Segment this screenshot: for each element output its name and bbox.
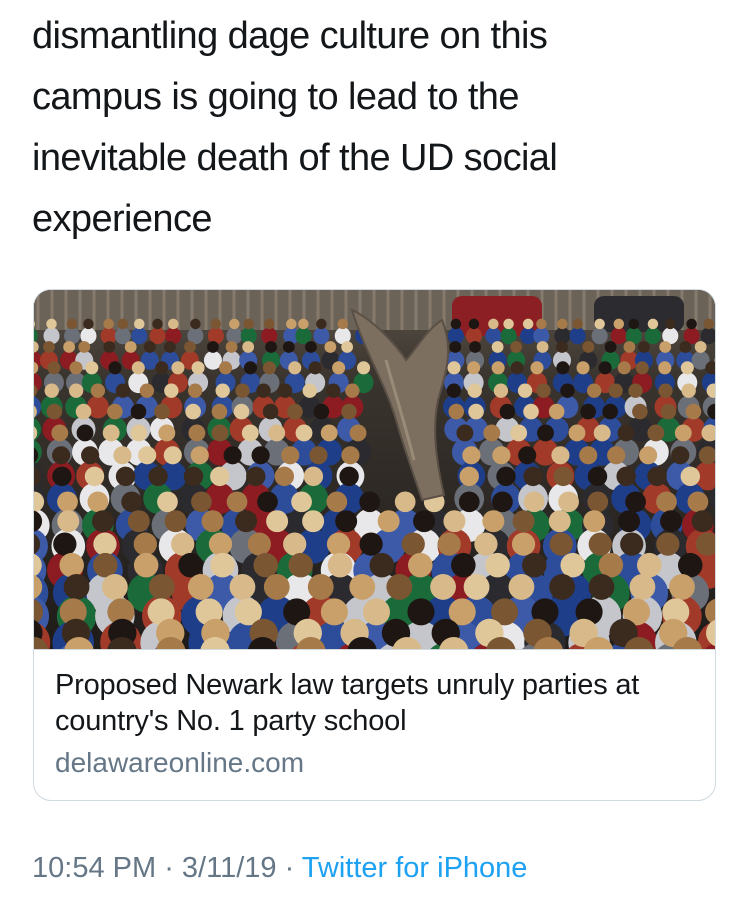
card-image[interactable] [34,290,715,649]
card-body[interactable]: Proposed Newark law targets unruly parti… [34,649,715,800]
tweet-text: dismantling dage culture on this campus … [32,15,558,240]
meta-separator: · [156,852,182,884]
tweet-meta: 10:54 PM · 3/11/19 · Twitter for iPhone [32,850,527,886]
card-title[interactable]: Proposed Newark law targets unruly parti… [55,667,695,739]
link-preview-card[interactable]: Proposed Newark law targets unruly parti… [33,289,716,801]
tweet-date[interactable]: 3/11/19 [182,852,277,884]
card-domain[interactable]: delawareonline.com [55,746,304,780]
meta-separator-2: · [276,852,302,884]
tweet-time[interactable]: 10:54 PM [32,852,156,884]
tweet-source-link[interactable]: Twitter for iPhone [302,852,528,884]
